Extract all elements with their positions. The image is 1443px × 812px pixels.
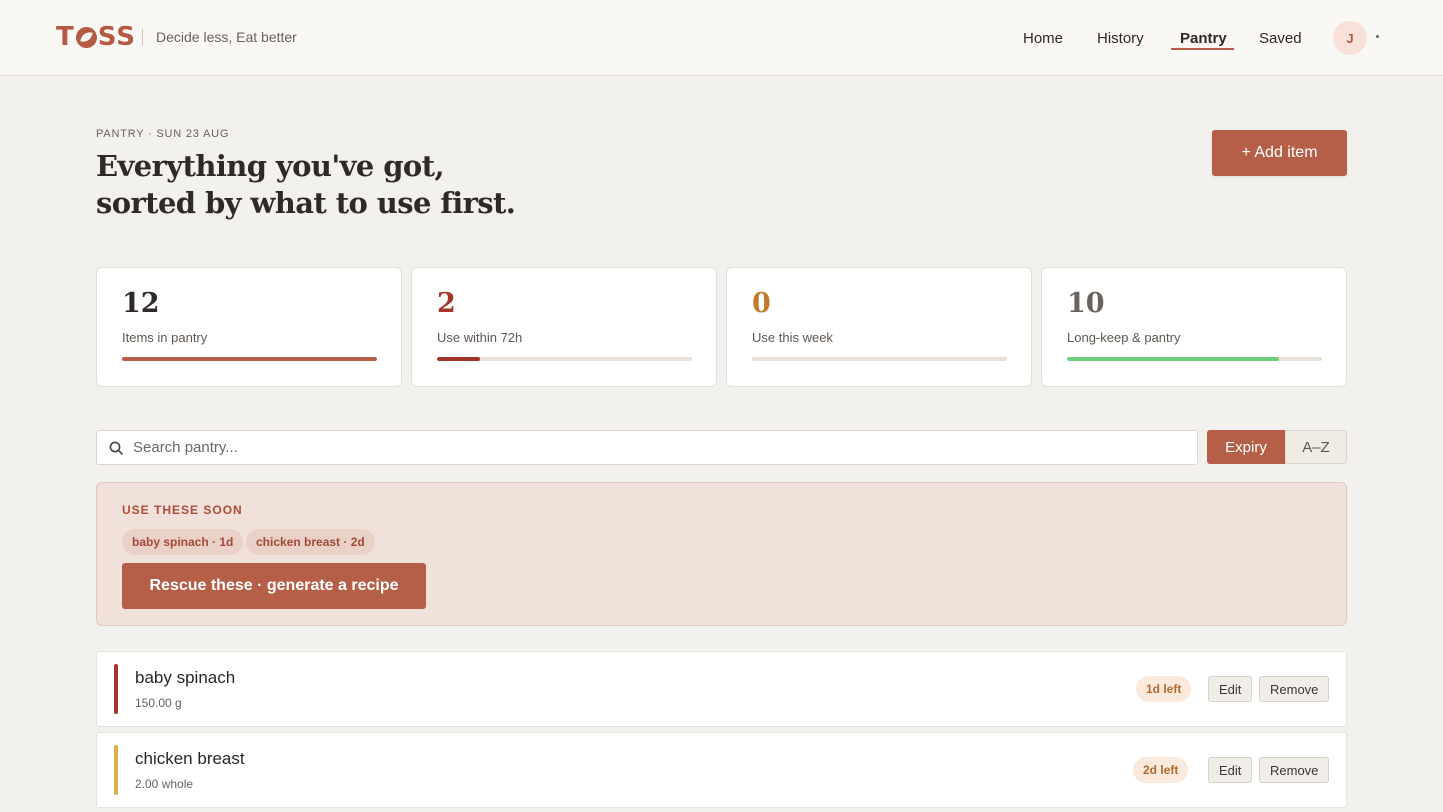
item-name: chicken breast [135, 749, 245, 768]
nav-home[interactable]: Home [1023, 30, 1063, 47]
stat-progress-fill [1067, 357, 1279, 361]
stat-value: 2 [437, 288, 456, 319]
page-title-line-1: Everything you've got, [96, 149, 445, 183]
search-icon [109, 441, 123, 455]
page-eyebrow: PANTRY · SUN 23 AUG [96, 128, 230, 140]
divider [142, 29, 143, 46]
edit-button[interactable]: Edit [1208, 676, 1253, 702]
expiry-accent-bar [114, 664, 118, 714]
sort-az-button[interactable]: A–Z [1285, 430, 1347, 464]
stat-card-long-keep: 10 Long-keep & pantry [1041, 267, 1347, 387]
nav-pantry[interactable]: Pantry [1180, 30, 1227, 47]
nav-saved[interactable]: Saved [1259, 30, 1302, 47]
search-input[interactable] [133, 431, 1183, 464]
pantry-item-row: baby spinach 150.00 g 1d left Edit Remov… [96, 651, 1347, 727]
days-left-badge: 1d left [1136, 676, 1192, 702]
leaf-icon [75, 26, 97, 48]
search-box [96, 430, 1198, 465]
stat-card-items-in-pantry: 12 Items in pantry [96, 267, 402, 387]
item-name: baby spinach [135, 668, 236, 687]
chevron-down-icon[interactable] [1376, 35, 1379, 38]
stat-label: Use this week [752, 330, 833, 345]
add-item-button[interactable]: + Add item [1212, 130, 1347, 176]
logo-text-end: SS [97, 22, 137, 52]
remove-button[interactable]: Remove [1259, 757, 1330, 783]
stat-progress-fill [122, 357, 377, 361]
days-left-badge: 2d left [1133, 757, 1189, 783]
tagline: Decide less, Eat better [156, 29, 297, 45]
user-avatar[interactable]: J [1333, 21, 1367, 55]
use-soon-title: USE THESE SOON [122, 503, 243, 517]
stat-progress-fill [437, 357, 481, 361]
top-navigation-bar: T SS Decide less, Eat better Home Histor… [0, 0, 1443, 76]
stat-progress-track [122, 357, 377, 361]
stat-card-use-this-week: 0 Use this week [726, 267, 1032, 387]
expiry-accent-bar [114, 745, 118, 795]
stat-value: 10 [1067, 288, 1105, 319]
rescue-generate-recipe-button[interactable]: Rescue these · generate a recipe [122, 563, 426, 609]
stat-progress-track [1067, 357, 1322, 361]
edit-button[interactable]: Edit [1208, 757, 1253, 783]
page-title: Everything you've got, sorted by what to… [96, 148, 576, 222]
expiring-chip[interactable]: baby spinach · 1d [122, 529, 244, 555]
page-title-line-2: sorted by what to use first. [96, 186, 516, 220]
expiring-chip[interactable]: chicken breast · 2d [246, 529, 375, 555]
stat-card-use-within-72h: 2 Use within 72h [411, 267, 717, 387]
item-quantity: 2.00 whole [135, 777, 194, 791]
remove-button[interactable]: Remove [1259, 676, 1330, 702]
stat-progress-track [437, 357, 692, 361]
sort-expiry-button[interactable]: Expiry [1207, 430, 1285, 464]
toss-logo[interactable]: T SS [56, 22, 136, 52]
use-soon-panel: USE THESE SOON baby spinach · 1d chicken… [96, 482, 1347, 626]
pantry-item-row: chicken breast 2.00 whole 2d left Edit R… [96, 732, 1347, 808]
stat-value: 12 [122, 288, 160, 319]
nav-history[interactable]: History [1097, 30, 1144, 47]
stat-progress-track [752, 357, 1007, 361]
stat-value: 0 [752, 288, 771, 319]
stat-label: Use within 72h [437, 330, 523, 345]
item-quantity: 150.00 g [135, 696, 182, 710]
stat-label: Long-keep & pantry [1067, 330, 1181, 345]
logo-text-start: T [56, 22, 75, 52]
stat-label: Items in pantry [122, 330, 208, 345]
active-nav-indicator [1171, 48, 1234, 50]
